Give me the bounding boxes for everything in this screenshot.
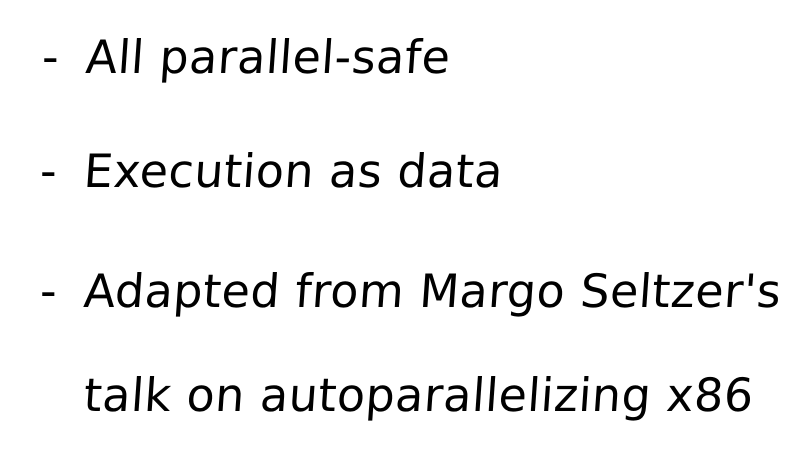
note-line-1: - All parallel-safe [42, 30, 453, 84]
bullet-dash: - [40, 264, 58, 318]
bullet-dash: - [40, 144, 58, 198]
note-text: All parallel-safe [84, 30, 453, 84]
note-line-3: - Adapted from Margo Seltzer's [40, 264, 784, 318]
note-text: Execution as data [82, 144, 506, 198]
handwritten-note: - All parallel-safe - Execution as data -A… [0, 0, 806, 470]
note-text: Adapted from Margo Seltzer's [82, 264, 784, 318]
note-line-4: talk on autoparallelizing x86 [82, 368, 756, 422]
note-text: talk on autoparallelizing x86 [82, 368, 756, 422]
note-line-2: - Execution as data [40, 144, 506, 198]
bullet-dash: - [42, 30, 60, 84]
